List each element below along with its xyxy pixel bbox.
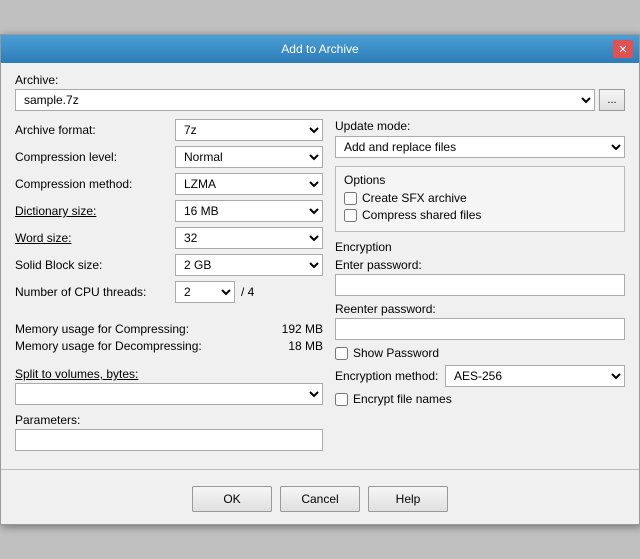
compression-method-row: Compression method: LZMALZMA2PPMdBZip2De… [15, 173, 323, 195]
enter-password-input[interactable] [335, 274, 625, 296]
dialog-content: Archive: sample.7z ... Archive format: 7… [1, 63, 639, 461]
enter-password-label: Enter password: [335, 258, 625, 272]
memory-compressing-value: 192 MB [282, 322, 323, 336]
solid-block-size-label: Solid Block size: [15, 258, 175, 272]
compression-level-select[interactable]: StoreFastestFastNormalMaximumUltra [175, 146, 323, 168]
update-mode-label: Update mode: [335, 119, 625, 133]
compress-shared-row: Compress shared files [344, 208, 616, 222]
solid-block-size-row: Solid Block size: Non-solid1 MB512 MB2 G… [15, 254, 323, 276]
main-layout: Archive format: 7zziptargzipbzip2 Compre… [15, 119, 625, 451]
params-label: Parameters: [15, 413, 323, 427]
encryption-method-label: Encryption method: [335, 369, 445, 383]
cpu-max-label: / 4 [241, 285, 254, 299]
encryption-method-select[interactable]: AES-256ZipCrypto [445, 365, 625, 387]
reenter-password-label: Reenter password: [335, 302, 625, 316]
encryption-title: Encryption [335, 240, 625, 254]
cancel-button[interactable]: Cancel [280, 486, 360, 512]
create-sfx-label: Create SFX archive [362, 191, 467, 205]
compression-level-label: Compression level: [15, 150, 175, 164]
create-sfx-row: Create SFX archive [344, 191, 616, 205]
right-panel: Update mode: Add and replace filesUpdate… [335, 119, 625, 451]
params-section: Parameters: [15, 413, 323, 451]
dictionary-size-row: Dictionary size: 16 MB32 MB64 MB128 MB [15, 200, 323, 222]
cpu-threads-select[interactable]: 1248 [175, 281, 235, 303]
params-input[interactable] [15, 429, 323, 451]
compress-shared-checkbox[interactable] [344, 209, 357, 222]
dictionary-size-label: Dictionary size: [15, 204, 175, 218]
encrypt-file-names-label: Encrypt file names [353, 392, 452, 406]
create-sfx-checkbox[interactable] [344, 192, 357, 205]
word-size-select[interactable]: 8163264128 [175, 227, 323, 249]
encrypt-file-names-checkbox[interactable] [335, 393, 348, 406]
archive-section: Archive: sample.7z ... [15, 73, 625, 111]
archive-format-row: Archive format: 7zziptargzipbzip2 [15, 119, 323, 141]
reenter-password-input[interactable] [335, 318, 625, 340]
update-mode-select[interactable]: Add and replace filesUpdate and add file… [335, 136, 625, 158]
close-button[interactable]: ✕ [613, 40, 633, 58]
encryption-section: Encryption Enter password: Reenter passw… [335, 240, 625, 406]
compression-method-select[interactable]: LZMALZMA2PPMdBZip2Deflate [175, 173, 323, 195]
dictionary-size-select[interactable]: 16 MB32 MB64 MB128 MB [175, 200, 323, 222]
footer: OK Cancel Help [1, 478, 639, 524]
show-password-checkbox[interactable] [335, 347, 348, 360]
left-panel: Archive format: 7zziptargzipbzip2 Compre… [15, 119, 323, 451]
archive-input-row: sample.7z ... [15, 89, 625, 111]
encrypt-file-names-row: Encrypt file names [335, 392, 625, 406]
options-title: Options [344, 173, 616, 187]
archive-format-label: Archive format: [15, 123, 175, 137]
memory-compressing-row: Memory usage for Compressing: 192 MB [15, 322, 323, 336]
word-size-label: Word size: [15, 231, 175, 245]
split-label: Split to volumes, bytes: [15, 367, 323, 381]
memory-decompressing-value: 18 MB [288, 339, 323, 353]
split-section: Split to volumes, bytes: [15, 367, 323, 405]
ok-button[interactable]: OK [192, 486, 272, 512]
memory-compressing-label: Memory usage for Compressing: [15, 322, 189, 336]
memory-decompressing-row: Memory usage for Decompressing: 18 MB [15, 339, 323, 353]
cpu-threads-row: Number of CPU threads: 1248 / 4 [15, 281, 323, 303]
cpu-threads-label: Number of CPU threads: [15, 285, 175, 299]
archive-label: Archive: [15, 73, 625, 87]
split-select[interactable] [15, 383, 323, 405]
help-button[interactable]: Help [368, 486, 448, 512]
archive-select[interactable]: sample.7z [15, 89, 595, 111]
dialog-title: Add to Archive [27, 42, 613, 56]
compression-method-label: Compression method: [15, 177, 175, 191]
solid-block-size-select[interactable]: Non-solid1 MB512 MB2 GB4 GB [175, 254, 323, 276]
title-bar: Add to Archive ✕ [1, 35, 639, 63]
memory-section: Memory usage for Compressing: 192 MB Mem… [15, 322, 323, 353]
archive-format-select[interactable]: 7zziptargzipbzip2 [175, 119, 323, 141]
memory-decompressing-label: Memory usage for Decompressing: [15, 339, 202, 353]
word-size-row: Word size: 8163264128 [15, 227, 323, 249]
show-password-row: Show Password [335, 346, 625, 360]
encryption-method-row: Encryption method: AES-256ZipCrypto [335, 365, 625, 387]
show-password-label: Show Password [353, 346, 439, 360]
options-box: Options Create SFX archive Compress shar… [335, 166, 625, 232]
compression-level-row: Compression level: StoreFastestFastNorma… [15, 146, 323, 168]
add-to-archive-dialog: Add to Archive ✕ Archive: sample.7z ... … [0, 34, 640, 525]
compress-shared-label: Compress shared files [362, 208, 481, 222]
footer-divider [1, 469, 639, 470]
browse-button[interactable]: ... [599, 89, 625, 111]
